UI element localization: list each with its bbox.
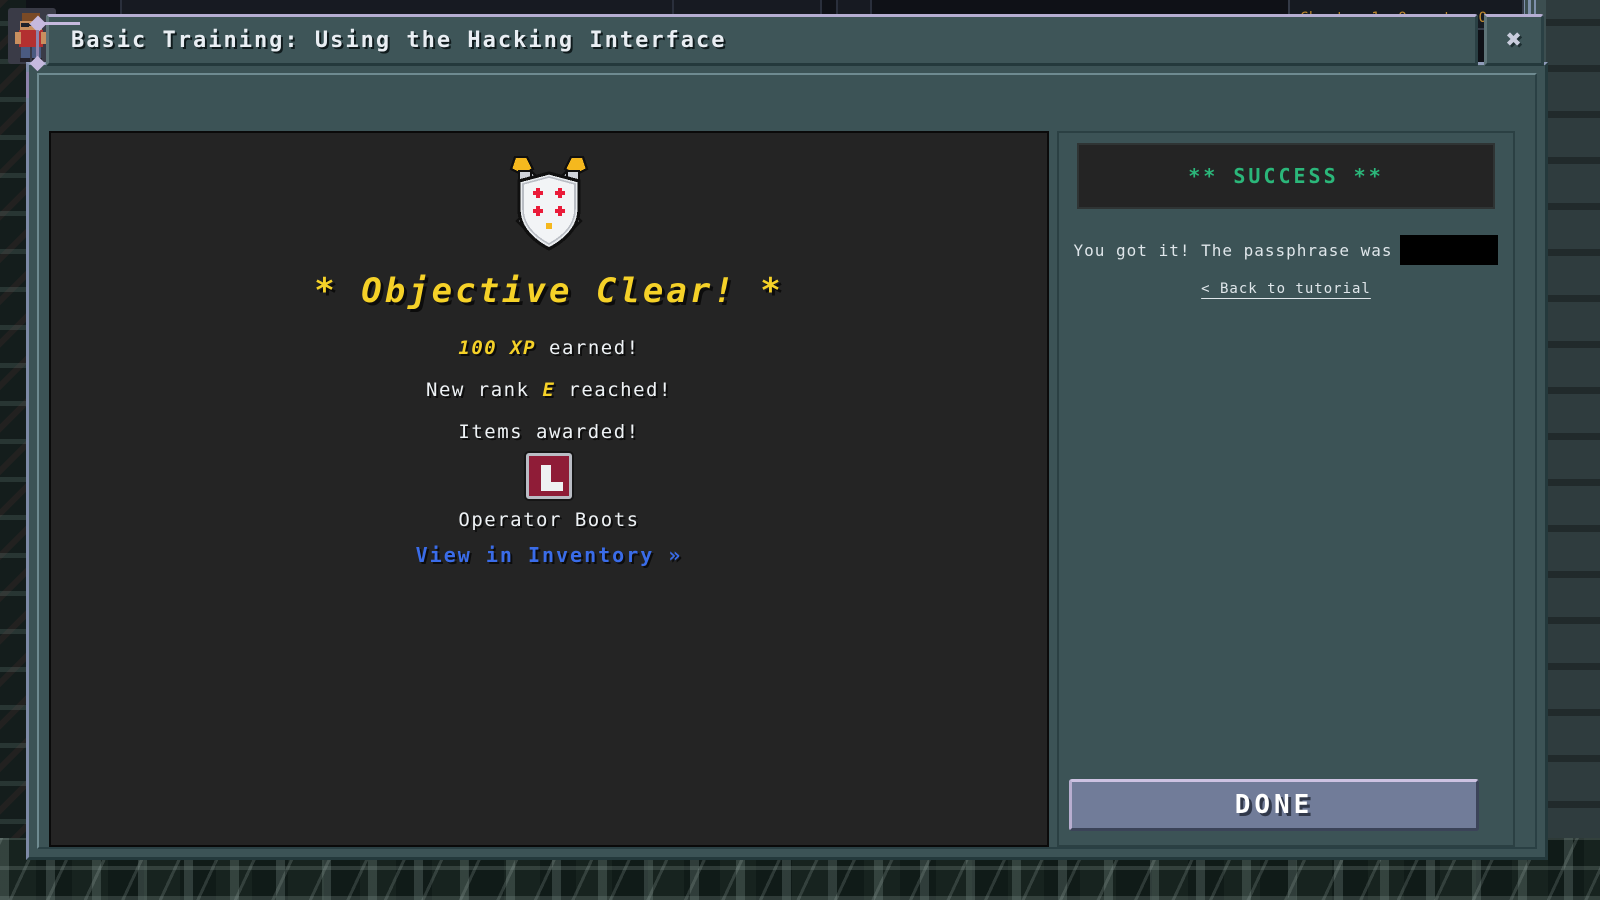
passphrase-row: You got it! The passphrase was — [1074, 235, 1499, 265]
modal-body: * Objective Clear! * 100 XP earned! New … — [49, 131, 1515, 847]
done-button-label: DONE — [1234, 790, 1314, 820]
items-awarded-header: Items awarded! — [458, 421, 640, 443]
boot-item-icon[interactable] — [526, 453, 572, 499]
modal-frame: * Objective Clear! * 100 XP earned! New … — [26, 62, 1548, 860]
tutorial-modal-window: * Objective Clear! * 100 XP earned! New … — [26, 14, 1548, 860]
view-in-inventory-link[interactable]: View in Inventory » — [416, 543, 683, 567]
done-button[interactable]: DONE — [1069, 779, 1479, 831]
passphrase-message: You got it! The passphrase was — [1073, 240, 1393, 260]
back-to-tutorial-link[interactable]: < Back to tutorial — [1201, 281, 1371, 297]
passphrase-redacted-value — [1400, 235, 1499, 265]
emblem-svg — [509, 155, 589, 251]
close-x-icon: ✖ — [1506, 25, 1522, 55]
crossed-swords-shield-icon — [489, 149, 609, 265]
xp-suffix: earned! — [549, 337, 640, 359]
item-name-label: Operator Boots — [458, 509, 640, 531]
xp-value: 100 XP — [458, 337, 537, 359]
corner-accent-line-top — [44, 22, 80, 25]
boot-glyph-foot — [541, 482, 563, 491]
rank-prefix: New rank — [426, 379, 530, 401]
rank-value: E — [542, 379, 556, 401]
xp-earned-line: 100 XP earned! — [458, 337, 639, 359]
rank-suffix: reached! — [568, 379, 672, 401]
terminal-side-panel: ** SUCCESS ** You got it! The passphrase… — [1057, 131, 1515, 847]
objective-clear-headline: * Objective Clear! * — [314, 271, 784, 311]
reward-stack: * Objective Clear! * 100 XP earned! New … — [51, 149, 1047, 567]
rank-reached-line: New rank E reached! — [426, 379, 672, 401]
status-badge: ** SUCCESS ** — [1188, 164, 1384, 188]
background-left-wall — [0, 0, 26, 900]
corner-accent-line-left — [26, 72, 29, 98]
close-button[interactable]: ✖ — [1484, 14, 1544, 66]
success-status-box: ** SUCCESS ** — [1077, 143, 1495, 209]
reward-console-panel: * Objective Clear! * 100 XP earned! New … — [49, 131, 1049, 847]
page-title: Basic Training: Using the Hacking Interf… — [71, 27, 727, 53]
modal-titlebar: Basic Training: Using the Hacking Interf… — [46, 14, 1478, 66]
